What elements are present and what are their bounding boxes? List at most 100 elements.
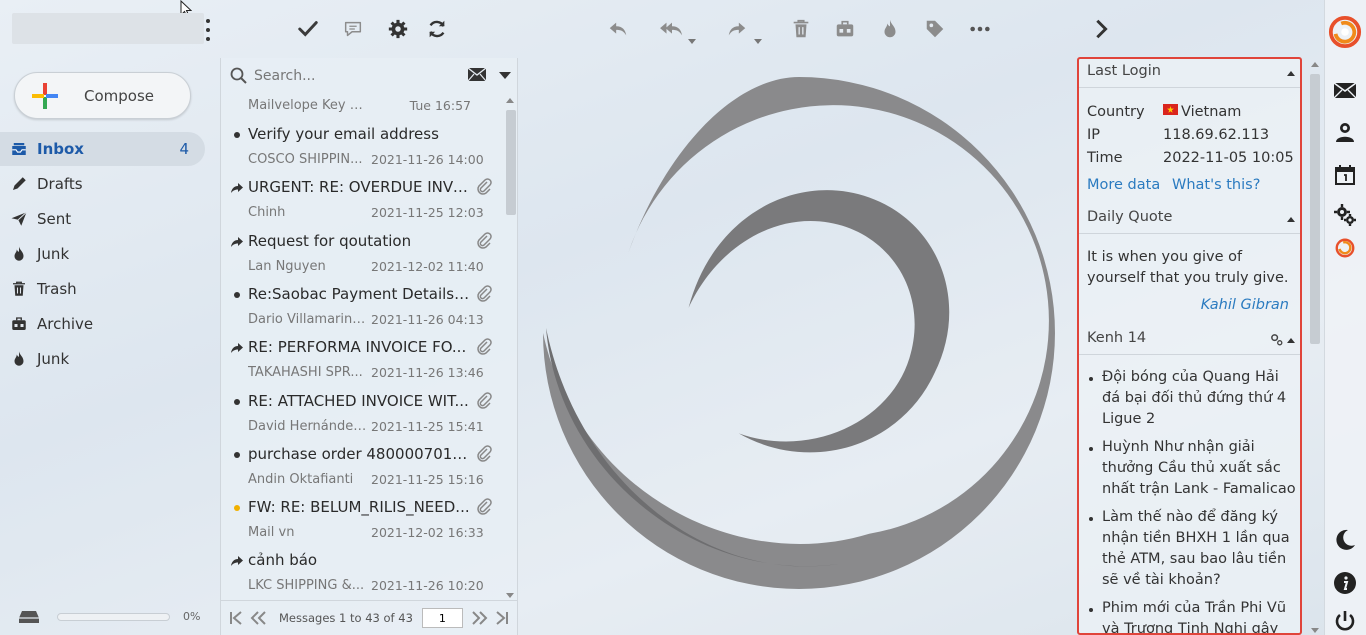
daily-quote-header[interactable]: Daily Quote: [1087, 209, 1297, 231]
news-header[interactable]: Kenh 14: [1087, 330, 1297, 352]
message-row[interactable]: Re:Saobac Payment Details f... Dario Vill…: [228, 285, 496, 338]
message-subject: Re:Saobac Payment Details f...: [248, 284, 470, 303]
archive-button[interactable]: [830, 14, 860, 44]
search-input[interactable]: [254, 64, 459, 88]
scroll-down-arrow-icon[interactable]: [1311, 628, 1319, 633]
reply-all-button[interactable]: [650, 14, 696, 44]
calendar-app-button[interactable]: [1328, 160, 1362, 190]
message-list-scrollbar[interactable]: [505, 98, 516, 598]
first-page-icon[interactable]: [225, 608, 247, 628]
last-login-title: Last Login: [1087, 63, 1161, 79]
folder-junk-2[interactable]: Junk: [0, 342, 205, 376]
folder-sent[interactable]: Sent: [0, 202, 205, 236]
daily-quote-title: Daily Quote: [1087, 209, 1173, 225]
prev-page-icon[interactable]: [247, 608, 269, 628]
power-icon: [1335, 611, 1355, 631]
pager: Messages 1 to 43 of 43: [221, 600, 517, 635]
calendar-icon: [1335, 165, 1355, 185]
about-button[interactable]: [1328, 568, 1362, 598]
toggle-sidebar-button[interactable]: [1086, 14, 1116, 44]
time-value: 2022-11-05 10:05: [1163, 150, 1294, 166]
last-page-icon[interactable]: [491, 608, 513, 628]
account-selector[interactable]: [12, 13, 204, 44]
scroll-thumb[interactable]: [1310, 74, 1320, 344]
whats-this-link[interactable]: What's this?: [1172, 177, 1260, 193]
forward-dropdown-icon[interactable]: [754, 39, 762, 44]
scroll-thumb[interactable]: [506, 110, 516, 215]
message-sender: Lan Nguyen: [248, 258, 326, 274]
scroll-up-arrow-icon[interactable]: [1311, 62, 1319, 67]
message-row[interactable]: cảnh báo LKC SHIPPING &... 2021-11-26 10:2…: [228, 551, 496, 604]
scroll-down-arrow-icon[interactable]: [506, 593, 514, 598]
message-row[interactable]: FW: RE: BELUM_RILIS_NEED... Mail vn 2021-1…: [228, 498, 496, 551]
account-menu-button[interactable]: [202, 19, 214, 41]
news-item[interactable]: Làm thế nào để đăng ký nhận tiền BHXH 1 …: [1087, 507, 1300, 591]
logout-button[interactable]: [1328, 606, 1362, 635]
envelope-filter-icon[interactable]: [467, 67, 487, 82]
junk-button[interactable]: [875, 14, 905, 44]
folder-inbox[interactable]: Inbox 4: [0, 132, 205, 166]
mark-read-button[interactable]: [293, 14, 323, 44]
info-sidebar-scrollbar[interactable]: [1308, 60, 1322, 635]
checkmark-icon: [298, 21, 318, 37]
archive-box-icon: [9, 314, 29, 334]
news-item[interactable]: Đội bóng của Quang Hải đá bại đối thủ đứ…: [1087, 367, 1300, 430]
collapse-arrow-icon[interactable]: [1287, 338, 1295, 343]
scroll-up-arrow-icon[interactable]: [506, 98, 514, 103]
folder-label: Junk: [37, 350, 70, 368]
delete-button[interactable]: [786, 14, 816, 44]
forward-button[interactable]: [714, 14, 762, 44]
reply-all-dropdown-icon[interactable]: [688, 39, 696, 44]
folder-junk[interactable]: Junk: [0, 237, 205, 271]
message-row[interactable]: Request for qoutation Lan Nguyen 2021-12-0…: [228, 232, 496, 285]
message-row[interactable]: URGENT: RE: OVERDUE INVO... Chinh 2021-11-…: [228, 178, 496, 231]
message-sender: Andin Oktafianti: [248, 471, 354, 487]
more-actions-button[interactable]: [965, 14, 995, 44]
status-dot-icon: [230, 502, 244, 514]
feed-settings-icon[interactable]: [1270, 333, 1283, 346]
compose-button[interactable]: Compose: [14, 72, 191, 119]
contacts-app-button[interactable]: [1328, 117, 1362, 147]
threads-button[interactable]: [338, 14, 368, 44]
dark-mode-button[interactable]: [1328, 525, 1362, 555]
page-number-input[interactable]: [421, 608, 463, 628]
status-dot-icon: [230, 449, 244, 461]
mail-app-button[interactable]: [1328, 75, 1362, 105]
folder-label: Archive: [37, 315, 94, 333]
news-item[interactable]: Huỳnh Như nhận giải thưởng Cầu thủ xuất …: [1087, 437, 1300, 500]
news-item[interactable]: Phim mới của Trần Phi Vũ và Trương Tịnh …: [1087, 598, 1300, 633]
settings-app-button[interactable]: [1328, 200, 1362, 230]
folder-trash[interactable]: Trash: [0, 272, 205, 306]
message-subject: RE: ATTACHED INVOICE WIT...: [248, 391, 469, 410]
message-subject: Verify your email address: [248, 125, 439, 143]
compose-label: Compose: [84, 86, 155, 105]
collapse-arrow-icon[interactable]: [1287, 217, 1295, 222]
message-row[interactable]: purchase order 4800007014- ... Andin Okta…: [228, 445, 496, 498]
message-sender: COSCO SHIPPIN...: [248, 152, 363, 167]
plugin-app-button[interactable]: [1328, 233, 1362, 263]
message-row[interactable]: RE: PERFORMA INVOICE FO... TAKAHASHI SPR.…: [228, 338, 496, 391]
app-logo-button[interactable]: [1328, 14, 1362, 50]
paperclip-icon: [477, 391, 492, 409]
next-page-icon[interactable]: [469, 608, 491, 628]
app-logo-watermark: [543, 77, 1055, 589]
more-data-link[interactable]: More data: [1087, 177, 1160, 193]
collapse-arrow-icon[interactable]: [1287, 71, 1295, 76]
folder-drafts[interactable]: Drafts: [0, 167, 205, 201]
message-sender: Mail vn: [248, 525, 295, 541]
paperclip-icon: [477, 445, 492, 462]
message-sender: Chinh: [248, 205, 286, 221]
country-label: Country: [1087, 104, 1145, 120]
folder-archive[interactable]: Archive: [0, 307, 205, 341]
settings-button[interactable]: [383, 14, 413, 44]
message-row[interactable]: RE: ATTACHED INVOICE WIT... David Hernánd…: [228, 392, 496, 445]
search-options-dropdown-icon[interactable]: [499, 72, 511, 79]
folder-label: Trash: [37, 280, 77, 298]
reply-button[interactable]: [603, 14, 633, 44]
refresh-button[interactable]: [422, 14, 452, 44]
quote-author: Kahil Gibran: [1200, 297, 1289, 313]
last-login-header[interactable]: Last Login: [1087, 63, 1297, 85]
tag-button[interactable]: [920, 14, 950, 44]
message-row[interactable]: Verify your email address COSCO SHIPPIN..…: [228, 125, 496, 178]
message-sender: Mailvelope Key Server: [248, 98, 368, 113]
